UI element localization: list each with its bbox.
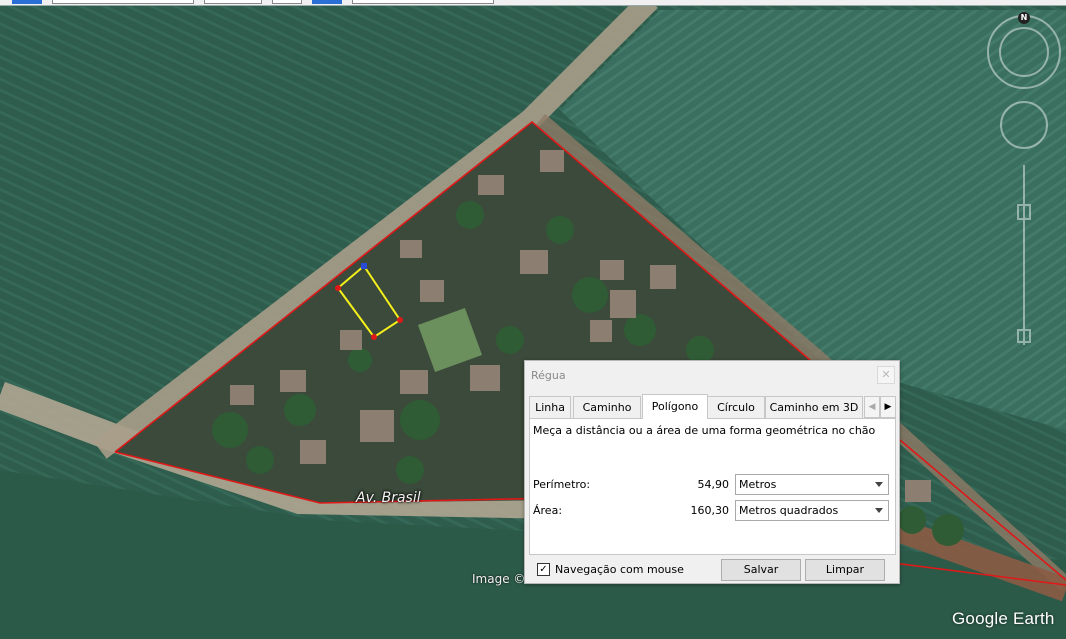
close-button[interactable]: ✕ (877, 366, 895, 384)
checkmark-icon: ✓ (539, 564, 548, 575)
chevron-down-icon (875, 508, 883, 513)
polygon-panel: Meça a distância ou a área de uma forma … (529, 418, 896, 555)
chevron-left-icon: ◀ (868, 402, 876, 412)
area-unit: Metros quadrados (739, 504, 839, 517)
area-unit-select[interactable]: Metros quadrados (735, 500, 889, 521)
tab-scroll-right-button[interactable]: ▶ (880, 396, 896, 418)
area-label: Área: (533, 504, 563, 517)
chevron-right-icon: ▶ (884, 402, 892, 412)
dialog-title: Régua (531, 369, 566, 382)
toolbar-button[interactable] (312, 0, 342, 4)
mouse-navigation-checkbox[interactable]: ✓ (537, 563, 550, 576)
perimeter-value: 54,90 (697, 478, 730, 491)
tab-linha[interactable]: Linha (529, 396, 571, 418)
tab-circulo[interactable]: Círculo (707, 396, 765, 418)
toolbar-button[interactable] (272, 0, 302, 4)
vertex-marker (335, 285, 341, 291)
tool-description: Meça a distância ou a área de uma forma … (533, 424, 876, 437)
perimeter-label: Perímetro: (533, 478, 591, 491)
ruler-tabs: Linha Caminho Polígono Círculo Caminho e… (529, 394, 896, 419)
toolbar-button[interactable] (52, 0, 194, 4)
perimeter-unit: Metros (739, 478, 777, 491)
image-credit: Image © (472, 572, 526, 586)
chevron-down-icon (875, 482, 883, 487)
toolbar-button[interactable] (204, 0, 262, 4)
perimeter-unit-select[interactable]: Metros (735, 474, 889, 495)
top-toolbar (0, 0, 1066, 6)
mouse-navigation-label: Navegação com mouse (555, 563, 684, 576)
vertex-marker (361, 263, 367, 269)
tab-scroll-left-button[interactable]: ◀ (864, 396, 880, 418)
tab-caminho-3d[interactable]: Caminho em 3D (765, 396, 863, 418)
clear-button[interactable]: Limpar (805, 559, 885, 581)
vertex-marker (371, 334, 377, 340)
toolbar-button[interactable] (352, 0, 494, 4)
ruler-dialog: Régua ✕ Linha Caminho Polígono Círculo C… (524, 360, 900, 584)
toolbar-button[interactable] (12, 0, 42, 4)
google-earth-logo: Google Earth (952, 609, 1055, 628)
save-button[interactable]: Salvar (721, 559, 801, 581)
area-value: 160,30 (690, 504, 730, 517)
north-icon[interactable]: N (1018, 12, 1030, 24)
tab-poligono[interactable]: Polígono (642, 394, 708, 419)
close-icon: ✕ (881, 368, 891, 381)
vertex-marker (397, 317, 403, 323)
street-label: Av. Brasil (356, 490, 421, 506)
tab-caminho[interactable]: Caminho (573, 396, 641, 418)
